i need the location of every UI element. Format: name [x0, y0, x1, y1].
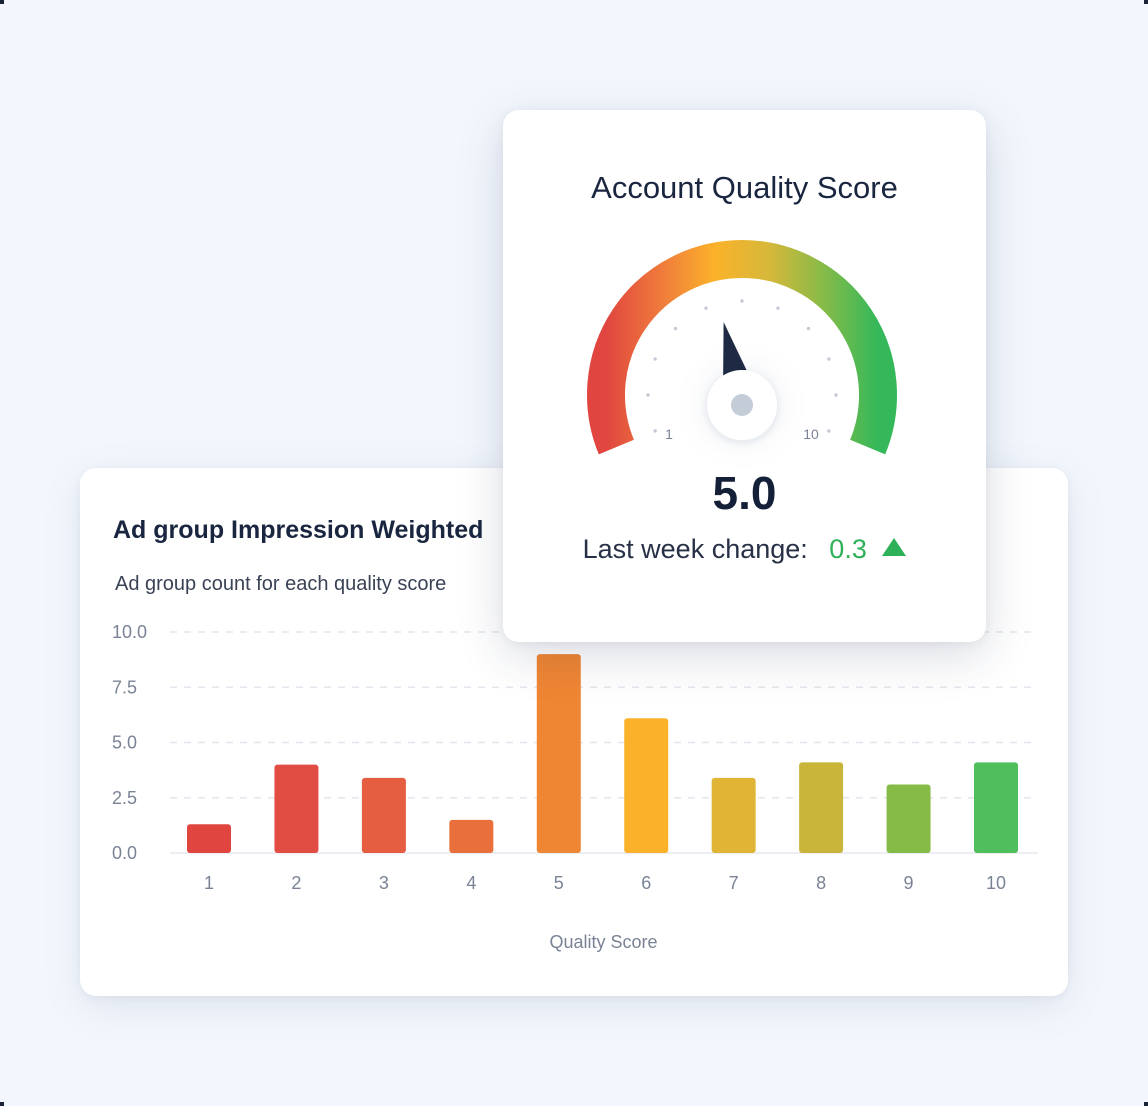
gauge-hub-center	[731, 394, 753, 416]
gauge-tick	[646, 393, 650, 397]
gauge-tick	[673, 326, 678, 331]
y-tick-label: 10.0	[112, 622, 147, 642]
gauge-tick	[834, 393, 838, 397]
gauge-tick	[776, 306, 780, 310]
x-tick-label: 2	[291, 873, 301, 893]
x-tick-label: 4	[466, 873, 476, 893]
bar	[187, 824, 231, 853]
x-tick-label: 3	[379, 873, 389, 893]
gauge-tick	[653, 357, 657, 361]
bar	[799, 762, 844, 853]
gauge-tick	[740, 299, 744, 303]
x-tick-label: 10	[986, 873, 1006, 893]
gauge-min-label: 1	[665, 426, 673, 442]
gauge-tick	[827, 357, 831, 361]
last-week-change: Last week change: 0.3	[503, 534, 986, 565]
y-tick-label: 7.5	[112, 677, 137, 697]
change-value: 0.3	[829, 534, 867, 564]
x-tick-label: 5	[554, 873, 564, 893]
x-tick-label: 1	[204, 873, 214, 893]
x-axis-title: Quality Score	[549, 932, 657, 952]
triangle-up-icon	[882, 538, 907, 556]
y-tick-label: 5.0	[112, 733, 137, 753]
gauge-tick	[653, 429, 657, 433]
x-tick-label: 7	[729, 873, 739, 893]
bar	[536, 654, 581, 853]
bar	[886, 784, 931, 853]
gauge-tick	[806, 326, 811, 331]
gauge-tick	[704, 306, 708, 310]
bar	[711, 777, 756, 853]
change-label: Last week change:	[582, 534, 808, 564]
gauge-tick	[827, 429, 831, 433]
y-tick-label: 0.0	[112, 843, 137, 863]
bar	[274, 764, 319, 853]
x-tick-label: 9	[904, 873, 914, 893]
bar	[624, 718, 669, 853]
x-tick-label: 8	[816, 873, 826, 893]
y-tick-label: 2.5	[112, 788, 137, 808]
account-quality-score-card: Account Quality Score 1 10 5.0 Last week …	[503, 110, 986, 642]
x-tick-label: 6	[641, 873, 651, 893]
bar	[449, 819, 494, 853]
bar	[361, 777, 406, 853]
gauge-value: 5.0	[712, 467, 777, 519]
quality-gauge: 1 10	[587, 240, 897, 477]
bar	[974, 762, 1018, 853]
